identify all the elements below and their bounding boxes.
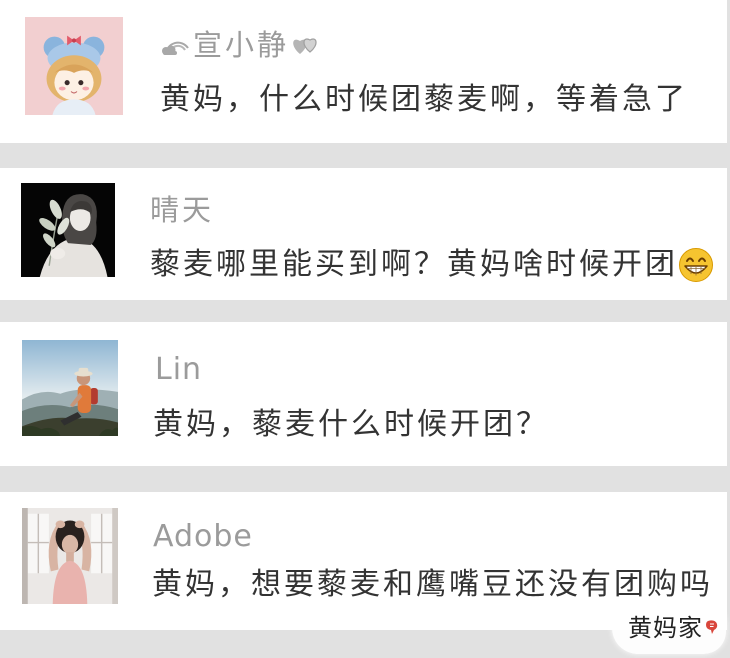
- comment-text: 黄妈，想要藜麦和鹰嘴豆还没有团购吗: [152, 567, 713, 603]
- commenter-name-label: 宣小静: [193, 28, 290, 62]
- avatar[interactable]: [22, 340, 118, 436]
- grinning-face-icon: [678, 247, 714, 283]
- avatar[interactable]: [22, 508, 118, 604]
- watermark-text: 黄妈家: [628, 614, 703, 642]
- rainbow-cloud-icon: [160, 34, 190, 56]
- comment-text: 黄妈，藜麦什么时候开团？: [153, 407, 549, 443]
- commenter-name: Adobe: [153, 519, 253, 555]
- avatar[interactable]: [25, 17, 123, 115]
- comment-text-label: 藜麦哪里能买到啊？黄妈啥时候开团: [150, 247, 678, 282]
- avatar[interactable]: [21, 183, 115, 277]
- comment-text-label: 黄妈，藜麦什么时候开团？: [153, 407, 549, 442]
- comment-card[interactable]: Lin 黄妈，藜麦什么时候开团？: [0, 322, 727, 466]
- commenter-name-label: Lin: [155, 352, 203, 387]
- commenter-name-label: 晴天: [150, 193, 215, 227]
- red-mark-icon: [705, 619, 719, 635]
- comment-text: 藜麦哪里能买到啊？黄妈啥时候开团: [150, 247, 714, 283]
- comment-card[interactable]: 晴天 藜麦哪里能买到啊？黄妈啥时候开团: [0, 168, 727, 300]
- comment-text-label: 黄妈，想要藜麦和鹰嘴豆还没有团购吗: [152, 567, 713, 602]
- watermark: 黄妈家: [612, 604, 726, 654]
- comment-card[interactable]: Adobe 黄妈，想要藜麦和鹰嘴豆还没有团购吗: [0, 492, 727, 630]
- comment-card[interactable]: 宣小静 黄妈，什么时候团藜麦啊，等着急了: [0, 0, 727, 143]
- commenter-name-label: Adobe: [153, 519, 253, 554]
- commenter-name: Lin: [155, 352, 202, 388]
- comment-text: 黄妈，什么时候团藜麦啊，等着急了: [160, 82, 688, 118]
- commenter-name: 晴天: [150, 192, 214, 228]
- double-heart-icon: [289, 33, 321, 57]
- commenter-name: 宣小静: [160, 27, 321, 63]
- comment-text-label: 黄妈，什么时候团藜麦啊，等着急了: [160, 82, 688, 117]
